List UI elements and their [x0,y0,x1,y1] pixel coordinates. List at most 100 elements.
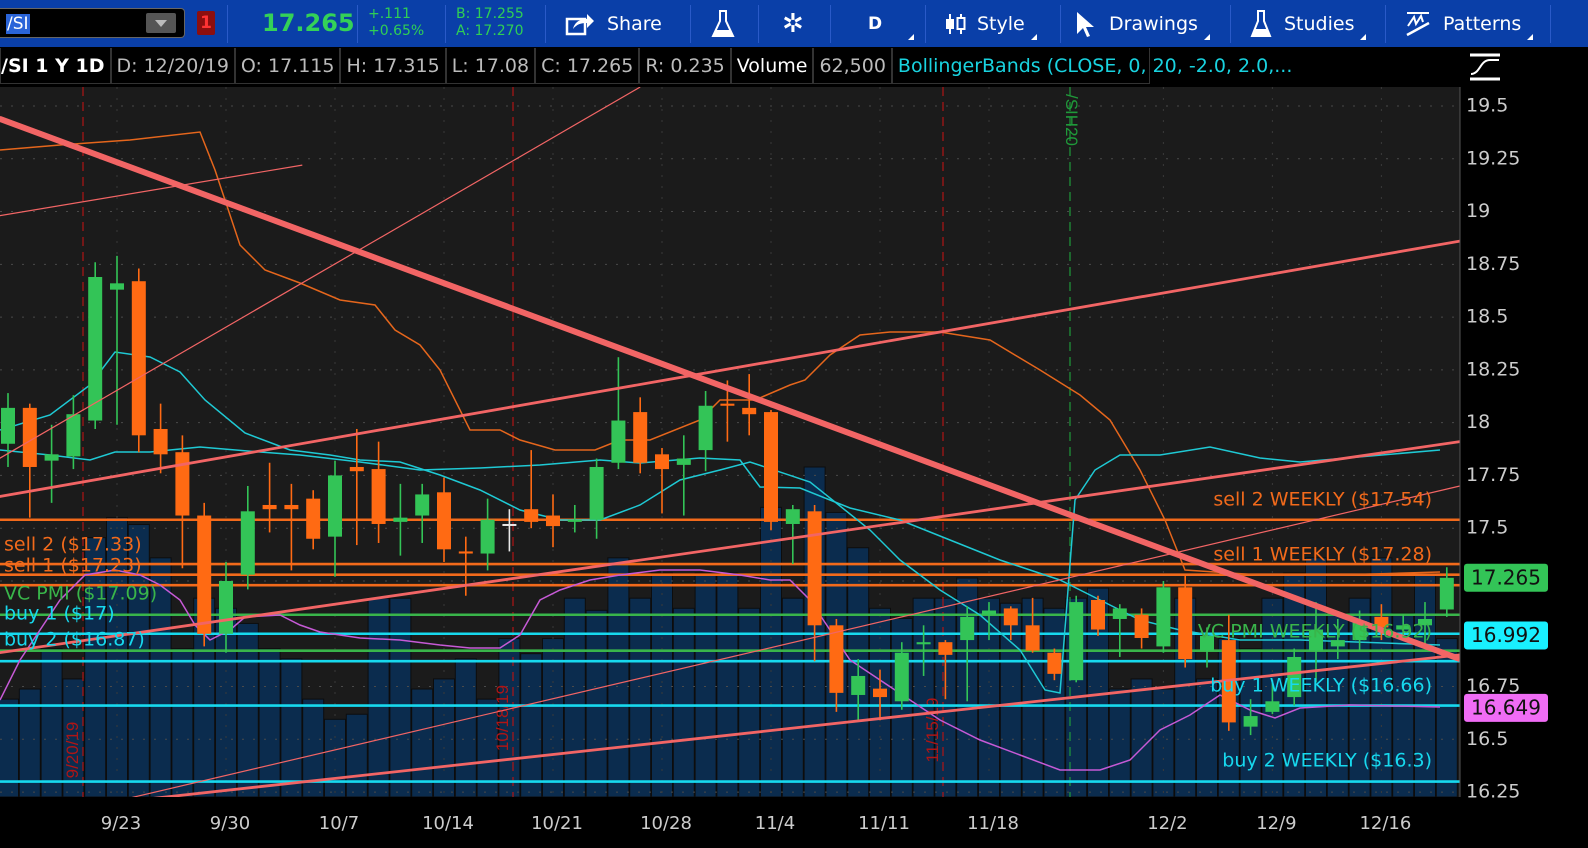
volume-bar [389,597,412,797]
candle-down [1091,599,1105,630]
drawings-button[interactable]: Drawings [1075,0,1210,47]
divider [357,5,358,43]
alert-count-badge[interactable]: 1 [197,11,215,35]
volume-bar [585,609,608,797]
period-button[interactable]: D [868,0,915,47]
price-badge-label: 16.992 [1471,623,1541,647]
candle-down [1003,608,1018,626]
candle-up [1,407,15,444]
dropdown-corner-icon [1030,34,1037,40]
candle-up [393,517,408,522]
candle-down [633,412,648,463]
price-level-label: VC PMI ($17.09) [4,583,157,605]
candle-down [175,452,190,516]
volume-bar [672,607,695,797]
event-marker-label: 11/15/19 [923,698,942,763]
studies-button[interactable]: Studies [1250,0,1367,47]
candle-down [1025,625,1040,651]
bar-high: H: 17.315 [340,48,446,84]
bid-price: B: 17.255 [456,6,524,22]
candle-up [960,616,975,641]
divider [545,5,546,43]
x-tick-label: 11/11 [858,813,910,834]
candle-down [153,428,168,455]
chart-info-bar: /SI 1 Y 1D D: 12/20/19 O: 17.115 H: 17.3… [0,48,1460,85]
settings-button[interactable]: ✲ [782,0,804,47]
candle-down [764,412,778,522]
x-tick-label: 12/2 [1147,813,1187,834]
candle-down [873,688,887,698]
candle-up [982,610,996,615]
price-badges: 17.265 16.992 16.649 [1464,563,1548,722]
divider [690,5,691,43]
divider [758,5,759,43]
divider [1060,5,1061,43]
divider [830,5,831,43]
flask-icon [711,9,735,37]
symbol-input-value[interactable]: /SI [6,14,30,34]
drawings-label: Drawings [1109,12,1198,35]
bid-ask: B: 17.255 A: 17.270 [456,6,524,40]
volume-bar [563,597,586,797]
candle-up [589,466,604,520]
price-level-label: sell 2 ($17.33) [4,534,142,556]
symbol-input[interactable]: /SI [0,8,185,38]
bar-date: D: 12/20/19 [110,48,235,84]
volume-bar [651,572,673,797]
candle-up [916,642,931,645]
lab-button[interactable] [710,0,736,47]
y-tick-label: 16.25 [1466,781,1520,803]
y-tick-label: 17.5 [1466,517,1508,539]
x-tick-label: 9/30 [210,813,250,834]
price-level-label: buy 2 WEEKLY ($16.3) [1222,750,1432,772]
gear-icon: ✲ [782,8,804,39]
last-price: 17.265 [262,9,355,37]
percent-change: +0.65% [368,23,425,39]
volume-bar [454,658,477,797]
x-tick-label: 10/7 [319,813,359,834]
style-button[interactable]: Style [945,0,1037,47]
candle-down [284,504,299,510]
dropdown-corner-icon [908,34,915,40]
candle-down [458,551,473,554]
symbol-dropdown-button[interactable] [146,13,176,33]
candle-up [785,509,800,524]
candle-up [219,580,233,634]
period-label: D [868,13,883,34]
divider [227,5,228,43]
sine-wave-icon [1470,53,1500,81]
volume-value: 62,500 [813,48,892,84]
x-tick-label: 11/4 [755,813,795,834]
candle-down [371,469,386,524]
study-label[interactable]: BollingerBands (CLOSE, 0, 20, -2.0, 2.0,… [891,48,1292,84]
candle-down [938,642,953,655]
candle-up [1112,608,1127,619]
x-tick-label: 12/9 [1256,813,1296,834]
volume-bar [781,597,804,797]
candle-up [66,414,81,457]
chart-title: /SI 1 Y 1D [0,48,111,84]
bar-low: L: 17.08 [445,48,536,84]
candle-down [829,625,844,693]
share-button[interactable]: Share [565,0,662,47]
candle-up [44,454,59,461]
volume-bar [738,607,761,797]
candle-up [567,519,582,522]
volume-label: Volume [730,48,814,84]
y-tick-label: 18.25 [1466,358,1520,380]
patterns-button[interactable]: Patterns [1405,0,1534,47]
volume-bar [345,713,368,797]
divider [1230,5,1231,43]
candlestick-icon [946,13,966,34]
study-settings-button[interactable] [1468,52,1502,82]
candle-down [1178,587,1193,660]
y-tick-label: 17.75 [1466,464,1520,486]
x-axis[interactable]: 9/23 9/30 10/7 10/14 10/21 10/28 11/4 11/11 11/1… [101,813,1412,834]
volume-bar [607,557,630,797]
share-icon [565,13,594,35]
main-toolbar: /SI 1 17.265 +.111 +0.65% B: 17.255 A: 1… [0,0,1588,47]
bar-close: C: 17.265 [535,48,640,84]
candle-up [502,523,517,526]
candle-down [306,498,321,539]
price-chart[interactable]: 9/20/19 10/18/19 11/15/19/SIH20 sell 2 WEE… [0,0,1588,848]
